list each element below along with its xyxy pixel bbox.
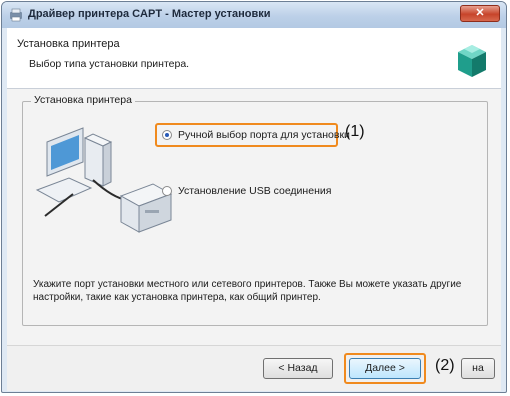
- header-subtitle: Выбор типа установки принтера.: [29, 58, 190, 70]
- callout-one: (1): [345, 123, 365, 140]
- wizard-header: Установка принтера Выбор типа установки …: [7, 28, 501, 89]
- window-title: Драйвер принтера CAPT - Мастер установки: [28, 8, 271, 20]
- printer-setup-group: Установка принтера Ручной выбор порта дл…: [22, 94, 488, 326]
- close-button[interactable]: ✕: [460, 5, 500, 22]
- usb-radio[interactable]: [162, 186, 172, 196]
- usb-label: Установление USB соединения: [178, 185, 332, 197]
- manual-port-label: Ручной выбор порта для установки: [178, 129, 350, 141]
- printer-box-icon: [458, 45, 486, 77]
- group-label: Установка принтера: [31, 94, 135, 106]
- header-title: Установка принтера: [17, 38, 120, 50]
- title-bar[interactable]: Драйвер принтера CAPT - Мастер установки…: [2, 2, 506, 28]
- setup-description: Укажите порт установки местного или сете…: [33, 279, 462, 303]
- app-icon: [10, 8, 22, 22]
- next-button[interactable]: Далее >: [349, 358, 421, 379]
- callout-two: (2): [435, 357, 455, 374]
- manual-port-option[interactable]: Ручной выбор порта для установки: [162, 129, 350, 141]
- wizard-footer: < Назад Далее > (2) на: [7, 345, 501, 391]
- usb-option[interactable]: Установление USB соединения: [162, 185, 331, 197]
- manual-port-radio[interactable]: [162, 130, 172, 140]
- wizard-body: Установка принтера Ручной выбор порта дл…: [7, 89, 501, 345]
- back-button[interactable]: < Назад: [263, 358, 333, 379]
- cancel-button[interactable]: на: [461, 358, 495, 379]
- computer-printer-illustration: [35, 127, 173, 233]
- installer-window: Драйвер принтера CAPT - Мастер установки…: [1, 1, 507, 393]
